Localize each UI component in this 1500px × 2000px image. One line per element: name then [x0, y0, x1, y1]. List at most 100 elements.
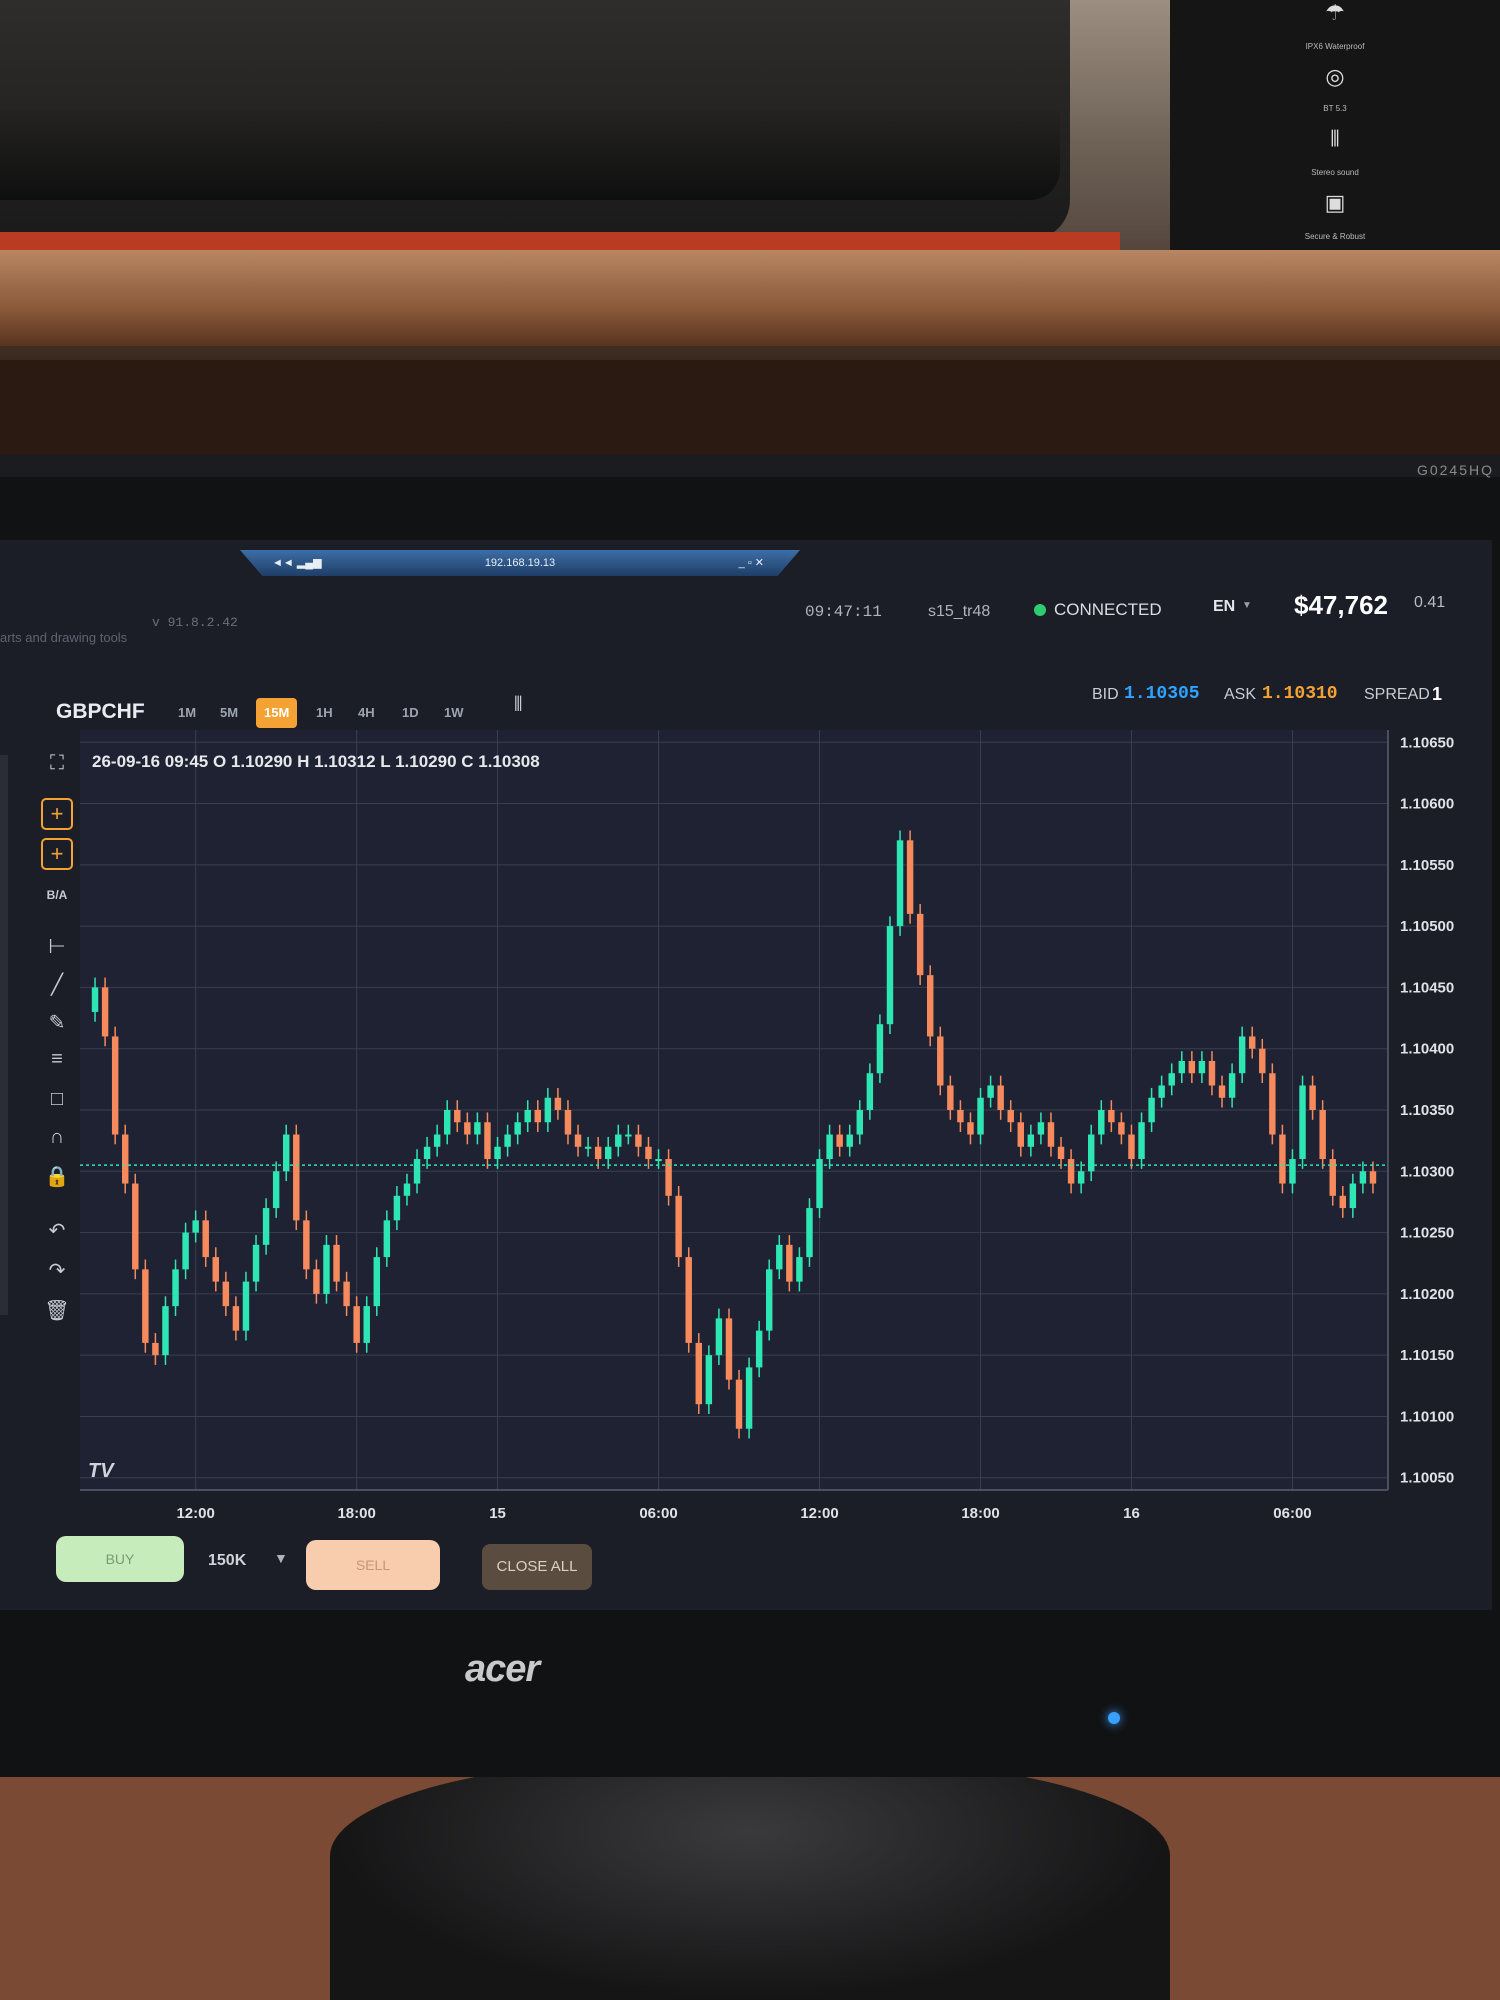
monitor-model-label: G0245HQ — [1416, 462, 1494, 478]
candle-body — [584, 1146, 592, 1149]
candle-body — [705, 1355, 713, 1405]
box-label-4: Secure & Robust — [1304, 232, 1366, 241]
candlestick-icon[interactable]: ⫴ — [514, 694, 522, 717]
version-label: v 91.8.2.42 — [152, 615, 238, 630]
candle-body — [1148, 1097, 1155, 1123]
candle-body — [443, 1110, 451, 1135]
box-label-3: Stereo sound — [1311, 168, 1359, 177]
y-tick-label: 1.10350 — [1400, 1102, 1454, 1119]
candle-body — [142, 1269, 149, 1343]
price-chart[interactable]: 1.10650 1.10600 1.10550 1.10500 1.10450 1.104… — [0, 730, 1500, 1530]
x-tick-label: 06:00 — [639, 1505, 677, 1522]
x-tick-label: 15 — [489, 1505, 506, 1522]
y-tick-label: 1.10100 — [1400, 1408, 1454, 1425]
candle-body — [776, 1244, 783, 1270]
y-tick-label: 1.10600 — [1400, 796, 1454, 813]
timeframe-1d[interactable]: 1D — [402, 698, 419, 728]
candle-body — [1128, 1134, 1135, 1160]
candle-body — [91, 987, 99, 1012]
candle-body — [1359, 1171, 1367, 1184]
candle-body — [1057, 1146, 1065, 1160]
language-select[interactable]: EN — [1213, 598, 1235, 616]
candle-body — [313, 1269, 320, 1294]
candle-body — [484, 1122, 491, 1160]
candle-body — [514, 1122, 521, 1135]
candle-body — [152, 1342, 159, 1356]
quantity-select[interactable]: 150K — [208, 1552, 246, 1570]
candle-body — [765, 1269, 773, 1331]
buy-button[interactable]: BUY — [56, 1536, 184, 1582]
candle-body — [655, 1159, 662, 1162]
candle-body — [524, 1110, 531, 1123]
candle-body — [1077, 1171, 1085, 1184]
candle-body — [464, 1122, 471, 1135]
candle-body — [121, 1134, 129, 1184]
candle-body — [876, 1024, 884, 1074]
timeframe-1w[interactable]: 1W — [444, 698, 464, 728]
candle-body — [333, 1244, 340, 1282]
candle-body — [252, 1244, 260, 1282]
close-all-button[interactable]: CLOSE ALL — [482, 1544, 592, 1590]
candle-body — [212, 1257, 220, 1282]
candle-body — [997, 1085, 1004, 1110]
candle-body — [1259, 1048, 1266, 1074]
candle-body — [896, 840, 904, 927]
candle-body — [353, 1306, 360, 1343]
candle-body — [685, 1257, 692, 1343]
timeframe-4h[interactable]: 4H — [358, 698, 375, 728]
candle-body — [564, 1110, 572, 1135]
candle-body — [232, 1306, 240, 1331]
candle-body — [574, 1134, 582, 1147]
candle-body — [1108, 1110, 1115, 1123]
candle-body — [1248, 1036, 1256, 1049]
candle-body — [132, 1183, 139, 1270]
candle-body — [967, 1122, 974, 1135]
connection-status-dot — [1034, 604, 1046, 616]
candle-body — [977, 1097, 984, 1135]
timeframe-5m[interactable]: 5M — [220, 698, 238, 728]
quantity-caret-icon[interactable]: ▼ — [274, 1550, 288, 1566]
rdp-connection-icon[interactable]: ◄◄ ▂▄▆ — [272, 550, 322, 576]
ask-price: 1.10310 — [1262, 684, 1338, 704]
candle-body — [1369, 1171, 1377, 1184]
x-tick-label: 16 — [1123, 1505, 1140, 1522]
candle-body — [745, 1367, 753, 1429]
candle-body — [1098, 1110, 1105, 1135]
candle-body — [786, 1244, 793, 1282]
timeframe-1m[interactable]: 1M — [178, 698, 196, 728]
balance-change: 0.41 — [1414, 594, 1446, 611]
candle-body — [1238, 1036, 1246, 1074]
case-icon: ▣ — [1324, 190, 1346, 215]
remote-desktop-bar[interactable]: ◄◄ ▂▄▆ 192.168.19.13 _ ▫ ✕ — [240, 550, 800, 576]
y-tick-label: 1.10300 — [1400, 1163, 1454, 1180]
candle-body — [343, 1281, 350, 1307]
y-tick-label: 1.10650 — [1400, 734, 1454, 751]
candle-body — [303, 1220, 310, 1270]
candle-body — [1218, 1085, 1226, 1098]
candle-body — [1309, 1085, 1316, 1110]
rdp-window-controls[interactable]: _ ▫ ✕ — [739, 550, 764, 576]
candle-body — [272, 1171, 280, 1209]
candle-body — [1349, 1183, 1357, 1209]
timeframe-15m[interactable]: 15M — [256, 698, 298, 728]
y-tick-label: 1.10500 — [1400, 918, 1454, 935]
x-tick-label: 12:00 — [176, 1505, 214, 1522]
candle-body — [836, 1134, 843, 1147]
candle-body — [937, 1036, 944, 1086]
candle-body — [534, 1110, 542, 1123]
y-tick-label: 1.10550 — [1400, 857, 1454, 874]
product-box: ☂ IPX6 Waterproof ◎ BT 5.3 ⦀ Stereo soun… — [1170, 0, 1500, 250]
candle-body — [1158, 1085, 1165, 1098]
sell-button[interactable]: SELL — [306, 1540, 440, 1590]
caret-down-icon[interactable]: ▼ — [1242, 600, 1252, 611]
symbol-label[interactable]: GBPCHF — [56, 700, 145, 724]
candle-body — [1208, 1060, 1216, 1086]
timeframe-1h[interactable]: 1H — [316, 698, 333, 728]
x-tick-label: 18:00 — [961, 1505, 999, 1522]
candle-body — [383, 1220, 391, 1258]
candle-body — [111, 1036, 119, 1135]
candle-body — [403, 1183, 411, 1196]
candle-body — [1067, 1159, 1075, 1184]
candle-body — [323, 1244, 330, 1294]
bluetooth-icon: ◎ — [1325, 64, 1345, 89]
